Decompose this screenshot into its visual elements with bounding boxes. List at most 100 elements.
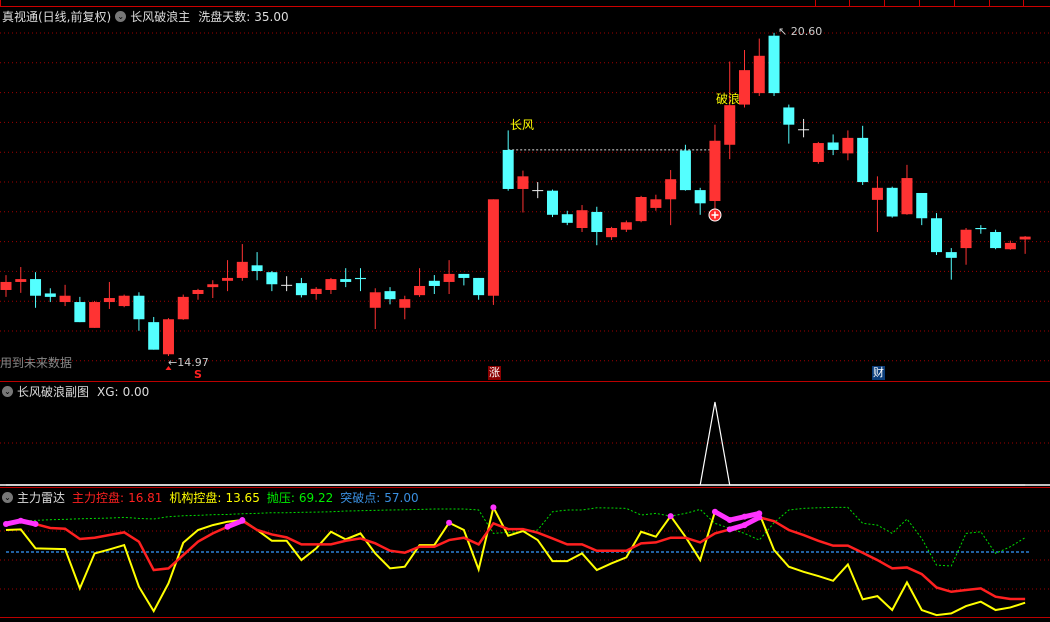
candle-body xyxy=(118,295,130,307)
highlight-dot xyxy=(741,522,748,529)
candle-body xyxy=(266,272,278,285)
highlight-dot xyxy=(17,517,24,524)
main-control-value: 16.81 xyxy=(128,490,163,505)
sub1-header: ⌄ 长风破浪副图 XG: 0.00 xyxy=(2,383,149,400)
candle-body xyxy=(30,279,42,296)
candle-body xyxy=(325,279,337,290)
highlight-segment xyxy=(729,514,746,523)
breakout-label: 突破点: xyxy=(340,491,381,505)
highlight-dot xyxy=(756,510,763,517)
sub2-indicator-name[interactable]: 主力雷达 xyxy=(17,489,65,506)
inst-control-label: 机构控盘: xyxy=(169,491,222,505)
candle-body xyxy=(768,35,780,94)
candle-body xyxy=(310,288,322,295)
highlight-segment xyxy=(5,518,22,527)
candle-body xyxy=(44,293,56,297)
highlight-dot xyxy=(239,517,246,524)
candle-body xyxy=(679,150,691,191)
candle-body xyxy=(857,137,869,183)
xg-label: XG: xyxy=(97,384,119,399)
selling-pressure-line xyxy=(5,506,1026,567)
candle-body xyxy=(901,178,913,215)
candle-body xyxy=(694,190,706,204)
highlight-dot xyxy=(224,523,231,530)
low-price-value: 14.97 xyxy=(177,356,209,369)
xg-signal-line xyxy=(6,401,1026,486)
candle-body xyxy=(916,192,928,219)
candle-body xyxy=(15,279,27,282)
selling-pressure-label: 抛压: xyxy=(266,491,295,505)
candle-body xyxy=(931,218,943,253)
candle-body xyxy=(428,280,440,286)
candle-body xyxy=(990,232,1002,249)
candle-body xyxy=(89,302,101,328)
indicator-dropdown-icon[interactable]: ⌄ xyxy=(2,492,13,503)
highlight-segment xyxy=(743,515,761,528)
candle-body xyxy=(414,285,426,296)
candle-body xyxy=(473,277,485,296)
zhang-marker-badge[interactable]: 涨 xyxy=(488,366,501,380)
candle-body xyxy=(783,107,795,125)
candle-body xyxy=(443,273,455,282)
low-price-label: ←14.97 xyxy=(168,356,209,369)
xg-value: 0.00 xyxy=(122,384,150,399)
candle-body xyxy=(192,289,204,295)
highlight-dot xyxy=(756,514,763,521)
candle-body xyxy=(74,302,86,323)
candlestick-chart[interactable] xyxy=(0,0,1050,381)
cai-marker-badge[interactable]: 财 xyxy=(872,366,885,380)
candle-body xyxy=(532,190,544,192)
candle-body xyxy=(665,179,677,200)
inst-control-line xyxy=(5,504,1026,617)
candle-body xyxy=(753,55,765,94)
future-data-note: 用到未来数据 xyxy=(0,356,73,370)
highlight-segment xyxy=(713,509,731,523)
candle-body xyxy=(369,292,381,308)
breakout-value: 57.00 xyxy=(384,490,419,505)
candle-body xyxy=(148,322,160,350)
candle-body xyxy=(103,298,115,303)
candle-body xyxy=(1004,242,1016,250)
candle-body xyxy=(354,277,366,280)
main-control-line xyxy=(5,516,1026,601)
inst-control-value: 13.65 xyxy=(225,490,260,505)
candle-body xyxy=(709,140,721,202)
sub1-indicator-name[interactable]: 长风破浪副图 xyxy=(17,383,89,400)
polang-signal-label: 破浪 xyxy=(716,92,741,106)
highlight-dot xyxy=(239,517,246,524)
candle-body xyxy=(281,284,293,286)
candle-body xyxy=(546,190,558,215)
candle-body xyxy=(222,277,234,281)
changfeng-signal-label: 长风 xyxy=(510,118,535,132)
candle-body xyxy=(458,273,470,278)
highlight-dot xyxy=(446,519,453,526)
highlight-dot xyxy=(741,513,748,520)
indicator-dropdown-icon[interactable]: ⌄ xyxy=(2,386,13,397)
candle-body xyxy=(842,137,854,154)
candle-body xyxy=(340,279,352,282)
sub2-header: ⌄ 主力雷达 主力控盘: 16.81 机构控盘: 13.65 抛压: 69.22… xyxy=(2,489,419,506)
highlight-segment xyxy=(743,510,760,520)
candle-body xyxy=(133,295,145,320)
highlight-dot xyxy=(726,526,733,533)
candle-body xyxy=(827,142,839,150)
candle-body xyxy=(162,319,174,355)
candle-body xyxy=(635,197,647,222)
high-price-label: ↖ 20.60 xyxy=(778,25,823,38)
candle-body xyxy=(606,227,618,238)
candle-body xyxy=(236,261,248,278)
highlight-segment xyxy=(226,518,244,530)
sell-marker-s: S xyxy=(194,368,202,381)
candle-body xyxy=(59,295,71,303)
candle-body xyxy=(960,229,972,249)
panel-divider[interactable] xyxy=(0,381,1050,382)
time-axis-line xyxy=(0,617,1050,618)
candle-body xyxy=(251,265,263,272)
panel-divider[interactable] xyxy=(0,487,1050,488)
candle-body xyxy=(561,214,573,223)
high-price-value: 20.60 xyxy=(790,25,823,38)
highlight-segment xyxy=(20,518,37,527)
highlight-dot xyxy=(3,521,9,528)
highlight-segment xyxy=(729,522,746,532)
candle-body xyxy=(384,291,396,300)
